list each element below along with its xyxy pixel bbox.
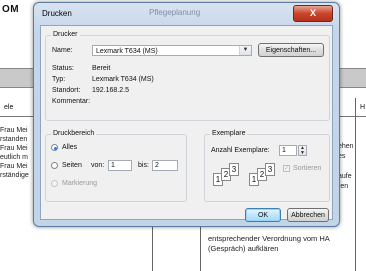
radio-all[interactable] [51, 144, 58, 151]
location-value: 192.168.2.5 [92, 87, 129, 94]
table-column-line [355, 98, 356, 271]
copies-value: 1 [282, 147, 286, 154]
print-dialog: Drucken Pflegeplanung X Drucker Name: Le… [33, 2, 340, 227]
copies-group: Exemplare Anzahl Exemplare: 1 ▲ ▼ 1 2 3 … [204, 130, 330, 202]
from-page-value: 1 [111, 162, 115, 169]
table-column-line [200, 226, 201, 271]
print-range-group: Druckbereich Alles Seiten von: 1 bis: 2 … [45, 130, 187, 202]
copies-count-label: Anzahl Exemplare: [211, 147, 270, 154]
ok-button[interactable]: OK [245, 208, 281, 222]
collate-checkbox[interactable]: ✓ [283, 165, 290, 172]
radio-selection[interactable] [51, 180, 58, 187]
copies-spinner[interactable]: ▲ ▼ [298, 145, 307, 156]
column-header-left: ele [4, 104, 14, 111]
background-window-title: Pflegeplanung [149, 8, 201, 17]
printer-group-label: Drucker [51, 31, 80, 38]
to-page-input[interactable]: 2 [152, 160, 178, 171]
document-title: OM [2, 4, 20, 15]
dialog-titlebar[interactable]: Drucken Pflegeplanung X [34, 3, 339, 25]
properties-button[interactable]: Eigenschaften... [258, 43, 324, 57]
spin-down-icon: ▼ [300, 149, 305, 156]
printer-group: Drucker Name: Lexmark T634 (MS) ▼ Eigens… [45, 31, 330, 121]
printer-name-value: Lexmark T634 (MS) [96, 48, 158, 55]
row-text-left: Frau Mei rstanden Frau Mei eutlich m Fra… [0, 127, 29, 179]
radio-all-label[interactable]: Alles [62, 144, 77, 151]
status-value: Bereit [92, 65, 111, 72]
copies-input[interactable]: 1 [279, 145, 297, 156]
printer-name-label: Name: [52, 47, 73, 54]
radio-selection-label: Markierung [62, 180, 98, 187]
row-text-right: ehen es aufe ren [338, 143, 354, 190]
column-header-right: H [360, 104, 366, 111]
row-text-bottom: entsprechender Verordnung vom HA (Gesprä… [208, 234, 330, 253]
dialog-body: Drucker Name: Lexmark T634 (MS) ▼ Eigens… [40, 25, 333, 222]
type-label: Typ: [52, 76, 66, 83]
from-label: von: [91, 162, 105, 169]
type-value: Lexmark T634 (MS) [92, 76, 154, 83]
copies-group-label: Exemplare [210, 130, 248, 137]
comment-label: Kommentar: [52, 98, 91, 105]
cancel-button[interactable]: Abbrechen [287, 208, 329, 222]
status-label: Status: [52, 65, 74, 72]
print-range-label: Druckbereich [51, 130, 97, 137]
from-page-input[interactable]: 1 [108, 160, 132, 171]
dialog-title: Drucken [42, 9, 72, 18]
printer-name-select[interactable]: Lexmark T634 (MS) ▼ [92, 45, 252, 56]
table-column-line [152, 226, 153, 271]
radio-pages[interactable] [51, 162, 58, 169]
close-icon: X [309, 8, 316, 18]
chevron-down-icon: ▼ [239, 46, 251, 55]
radio-pages-label[interactable]: Seiten [62, 162, 82, 169]
to-page-value: 2 [155, 162, 159, 169]
location-label: Standort: [52, 87, 81, 94]
to-label: bis: [138, 162, 149, 169]
collate-label: Sortieren [293, 165, 322, 172]
close-button[interactable]: X [293, 5, 333, 22]
